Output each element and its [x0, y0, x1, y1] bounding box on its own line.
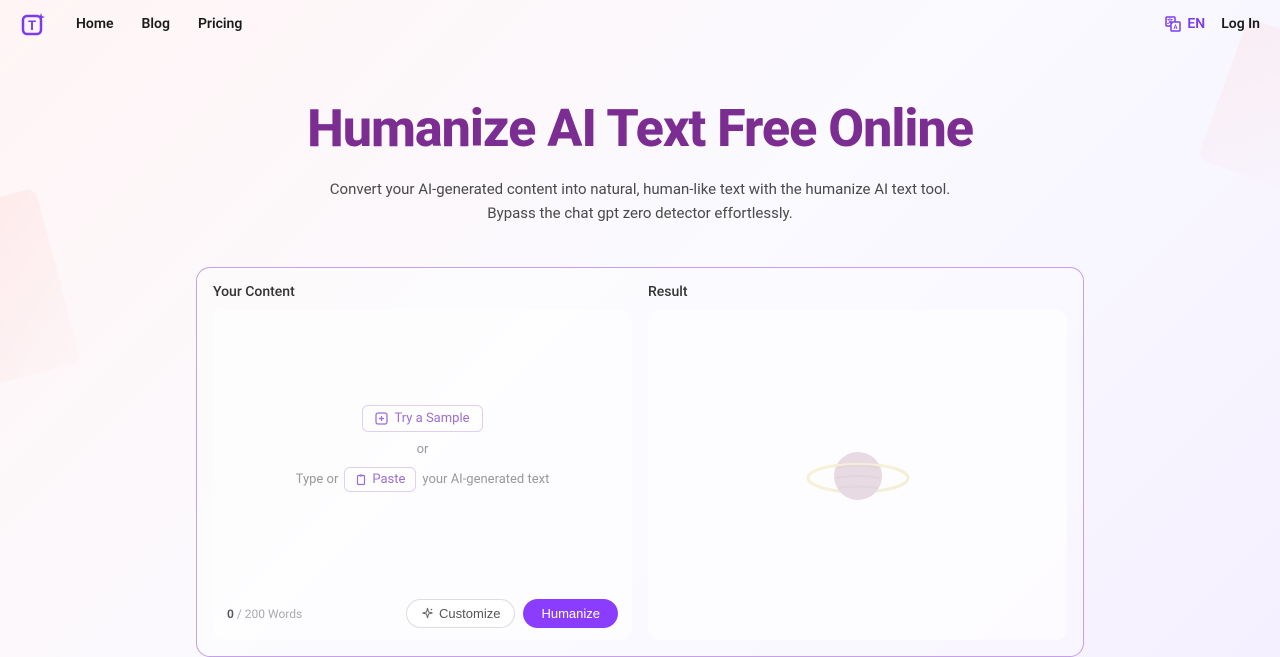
customize-button[interactable]: Customize [406, 599, 515, 628]
subtitle-line2: Bypass the chat gpt zero detector effort… [487, 204, 792, 222]
subtitle-line1: Convert your AI-generated content into n… [330, 180, 950, 198]
customize-label: Customize [439, 606, 500, 621]
word-count: 0 / 200 Words [227, 607, 302, 621]
word-count-max: / 200 Words [237, 607, 302, 621]
header: T Home Blog Pricing 文 A EN Log In [0, 0, 1280, 48]
header-right: 文 A EN Log In [1165, 16, 1260, 32]
type-or-text: Type or [296, 472, 339, 487]
header-left: T Home Blog Pricing [20, 10, 242, 38]
humanize-button[interactable]: Humanize [523, 599, 618, 628]
result-box [648, 310, 1067, 640]
clipboard-icon [355, 474, 367, 486]
nav-blog[interactable]: Blog [142, 16, 170, 32]
svg-text:T: T [28, 19, 36, 34]
paste-label: Paste [372, 472, 405, 487]
page-subtitle: Convert your AI-generated content into n… [20, 177, 1260, 225]
page-title: Humanize AI Text Free Online [20, 98, 1260, 159]
or-separator: or [417, 442, 429, 457]
result-column: Result [648, 284, 1067, 640]
hero: Humanize AI Text Free Online Convert you… [0, 48, 1280, 255]
result-empty-state [648, 310, 1067, 640]
result-label: Result [648, 284, 1067, 300]
nav-pricing[interactable]: Pricing [198, 16, 242, 32]
input-label: Your Content [213, 284, 632, 300]
footer-buttons: Customize Humanize [406, 599, 618, 628]
input-column: Your Content Try a Sample or Type or [213, 284, 632, 640]
planet-illustration [803, 438, 913, 513]
language-button[interactable]: 文 A EN [1165, 16, 1205, 32]
logo[interactable]: T [20, 10, 48, 38]
your-ai-text: your AI-generated text [422, 472, 549, 487]
logo-icon: T [21, 11, 47, 37]
try-sample-label: Try a Sample [394, 411, 469, 426]
paste-instruction: Type or Paste your AI-generated text [296, 467, 550, 492]
login-button[interactable]: Log In [1221, 16, 1260, 32]
svg-text:A: A [1174, 24, 1178, 31]
translate-icon: 文 A [1165, 16, 1181, 32]
input-box[interactable]: Try a Sample or Type or Paste your AI-ge… [213, 310, 632, 640]
main-panel: Your Content Try a Sample or Type or [196, 267, 1084, 657]
word-count-current: 0 [227, 607, 234, 621]
try-sample-button[interactable]: Try a Sample [362, 405, 482, 432]
nav-home[interactable]: Home [76, 16, 114, 32]
language-label: EN [1187, 16, 1205, 32]
paste-button[interactable]: Paste [344, 467, 416, 492]
sparkle-icon [421, 607, 434, 620]
input-placeholder-area: Try a Sample or Type or Paste your AI-ge… [213, 310, 632, 587]
plus-square-icon [375, 412, 388, 425]
input-footer: 0 / 200 Words Customize Humanize [213, 587, 632, 640]
